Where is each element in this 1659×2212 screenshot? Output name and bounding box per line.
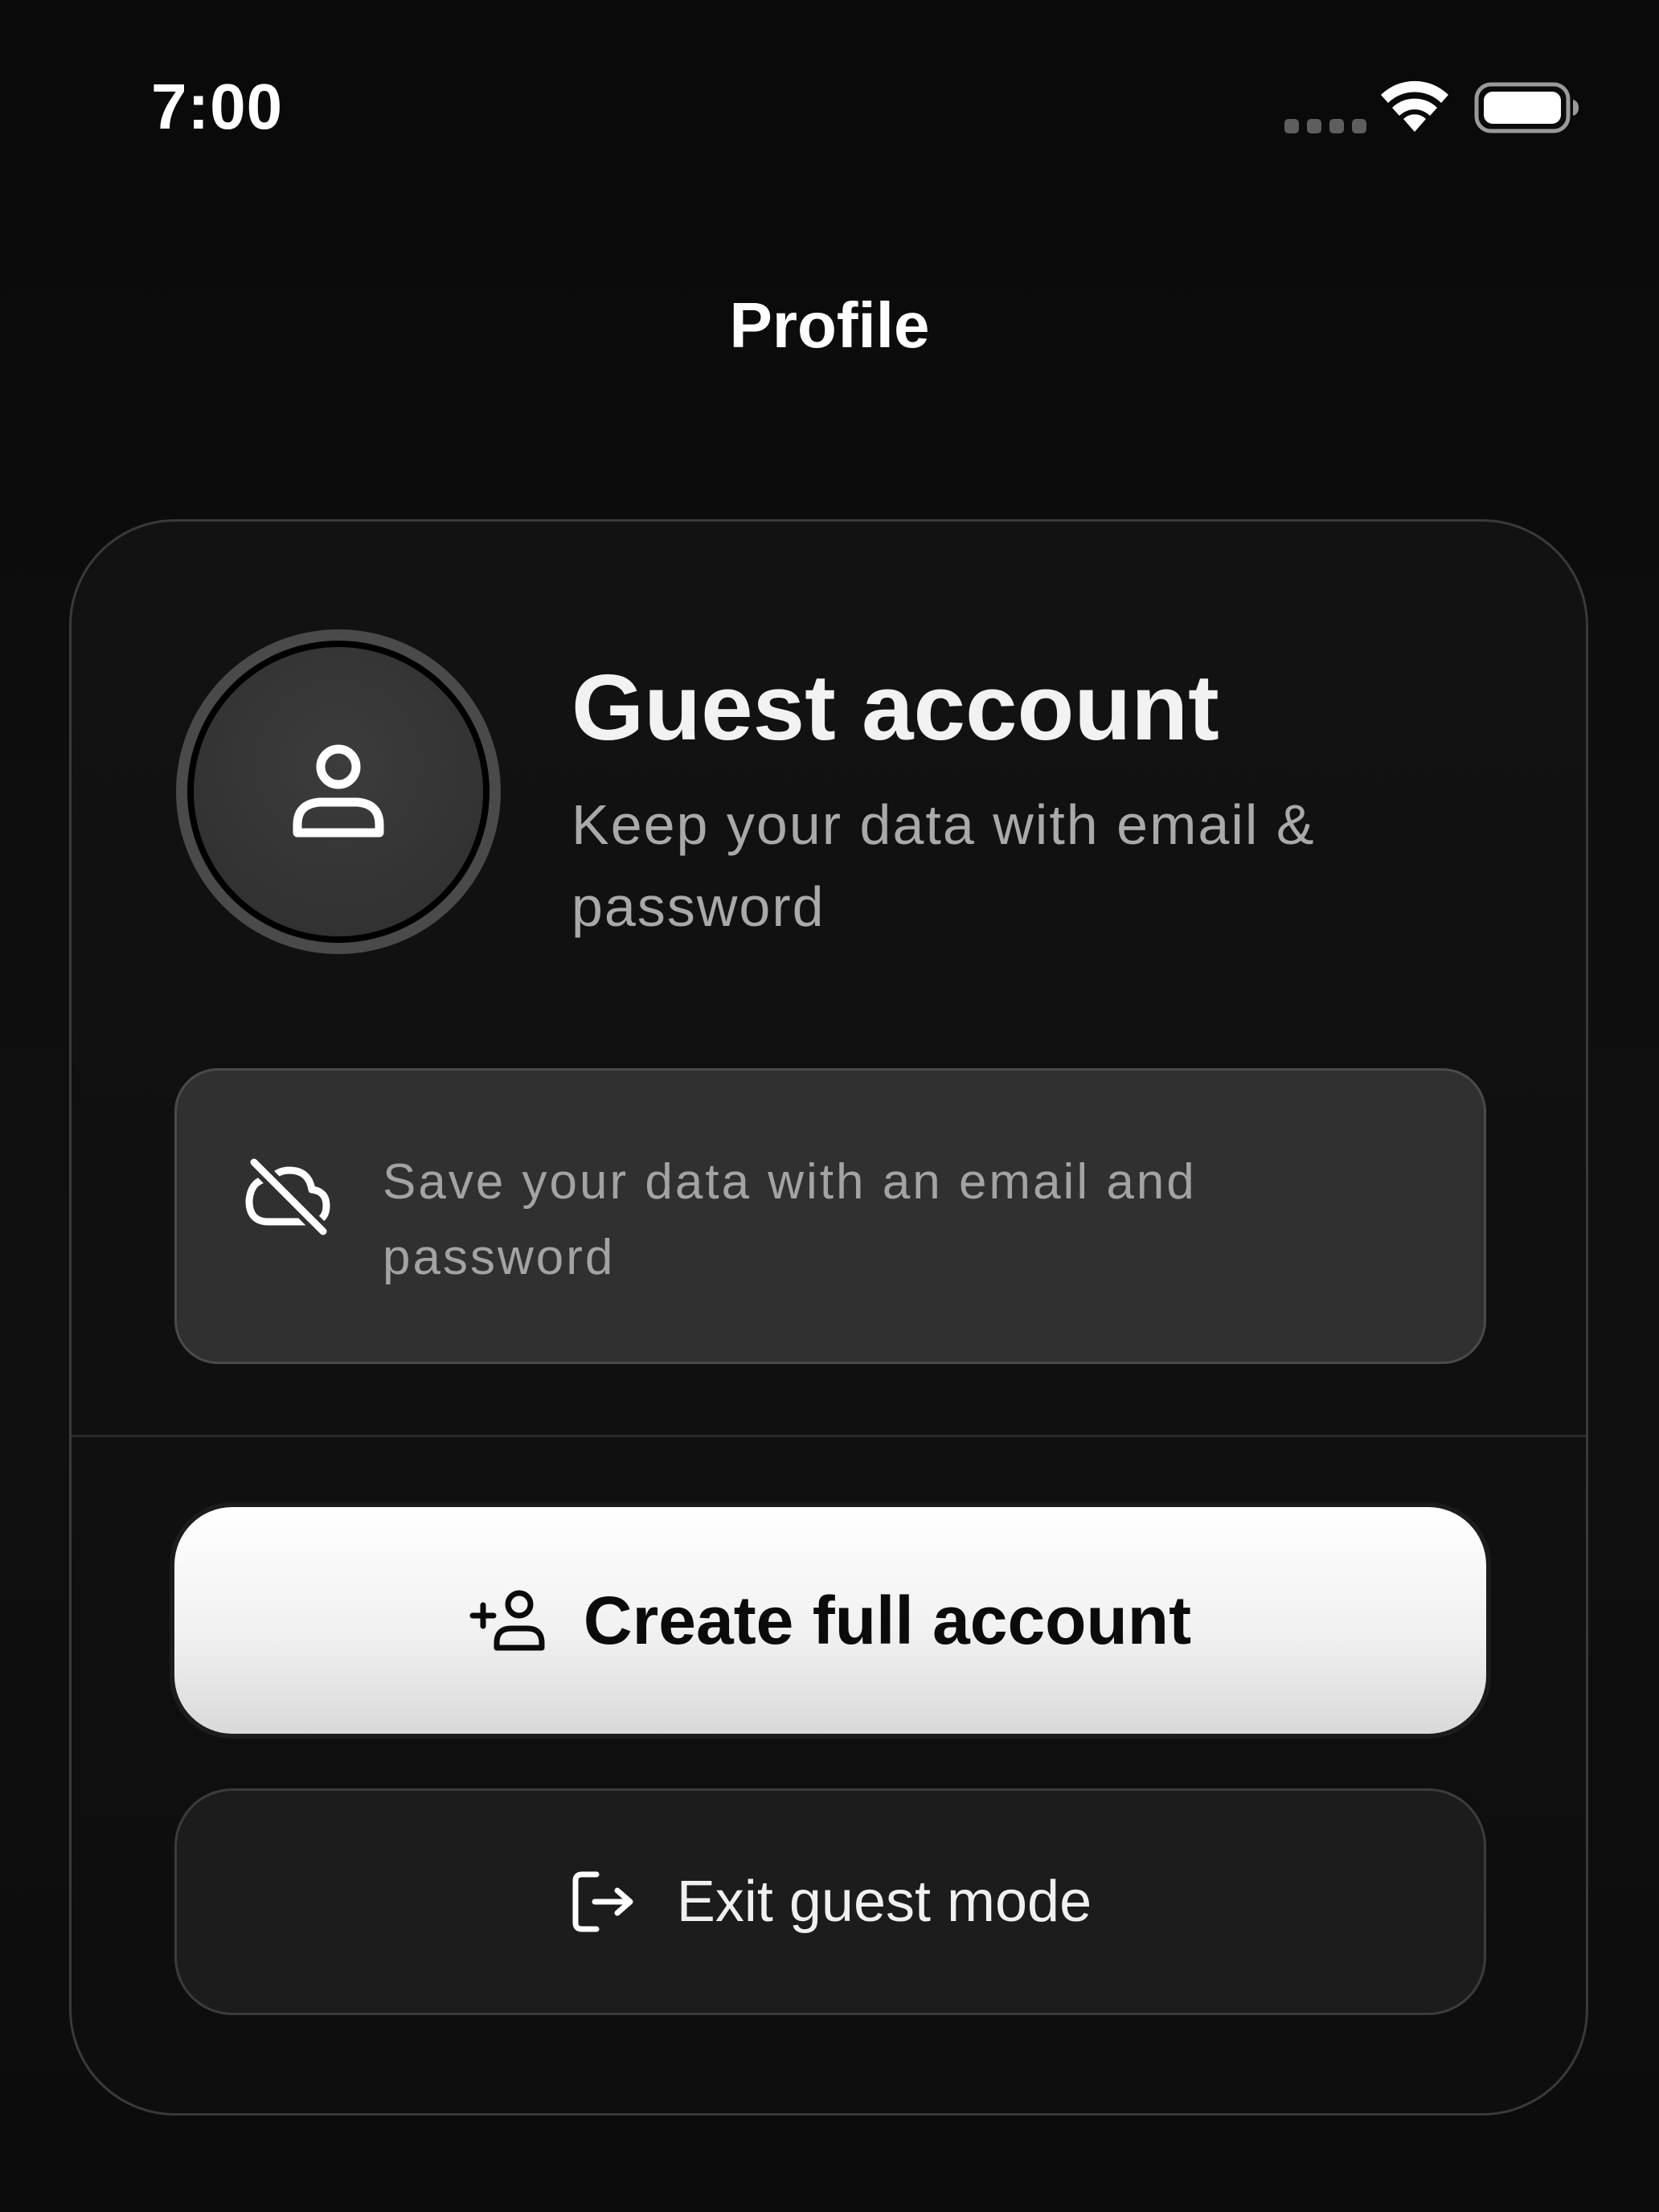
avatar [176,629,501,954]
card-divider [72,1435,1586,1437]
user-plus-icon [469,1590,545,1651]
guest-profile-card: Guest account Keep your data with email … [69,519,1588,2116]
save-data-info-text: Save your data with an email and passwor… [383,1154,1197,1285]
exit-guest-mode-button[interactable]: Exit guest mode [174,1788,1486,2015]
status-time: 7:00 [151,71,284,142]
status-bar: 7:00 [0,0,1659,161]
page-title: Profile [729,289,930,361]
account-title: Guest account [571,655,1219,760]
profile-screen: 7:00 Profile Guest account Keep your dat… [0,0,1659,2212]
wifi-icon [1381,80,1448,132]
battery-icon [1474,82,1579,133]
user-icon [293,744,384,838]
account-subtitle: Keep your data with email & password [571,793,1316,938]
cloud-off-icon [245,1156,330,1238]
exit-guest-mode-label: Exit guest mode [676,1870,1092,1934]
create-full-account-label: Create full account [583,1583,1192,1658]
save-data-info-box: Save your data with an email and passwor… [174,1068,1486,1364]
cellular-signal-dots-icon [1284,119,1366,133]
logout-icon [572,1871,633,1932]
create-full-account-button[interactable]: Create full account [174,1507,1486,1734]
